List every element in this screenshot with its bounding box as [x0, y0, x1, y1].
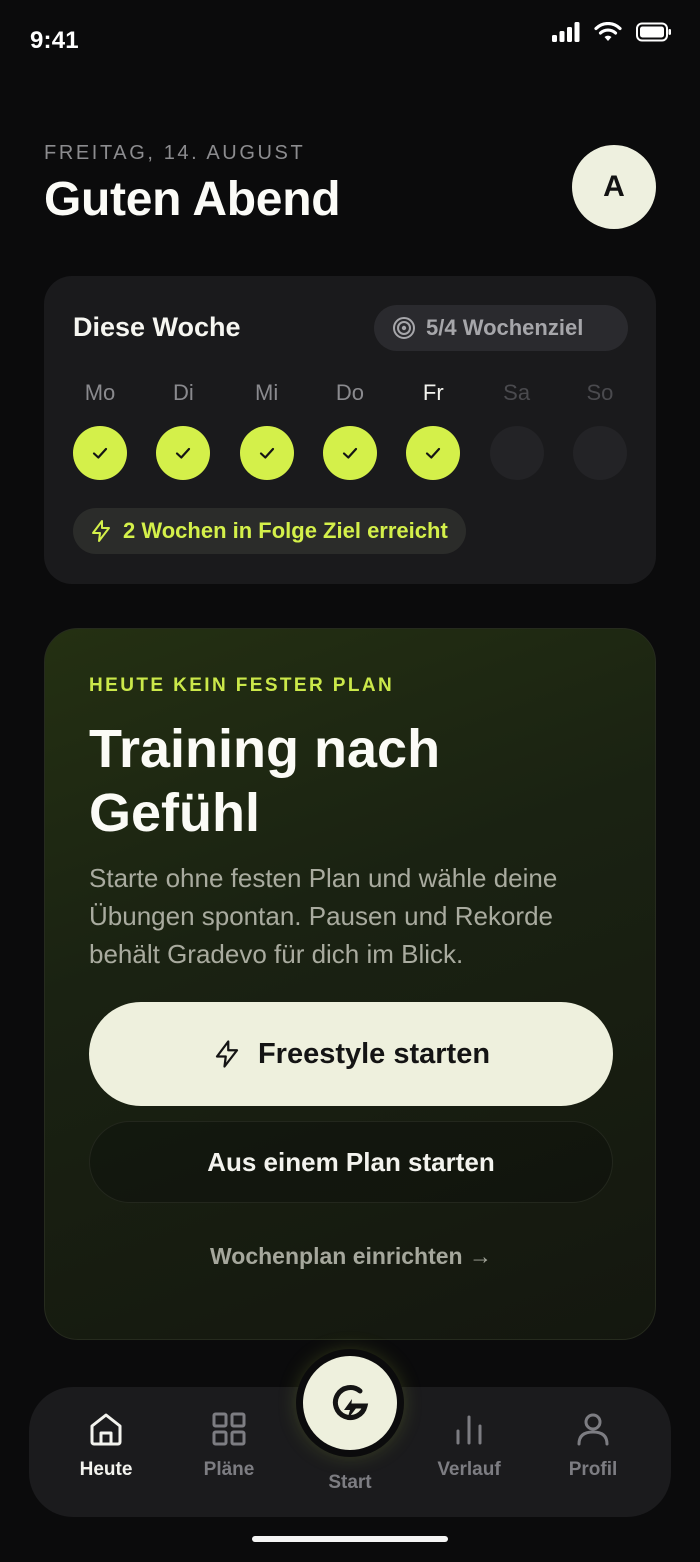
freestyle-card: HEUTE KEIN FESTER PLAN Training nach Gef…	[44, 628, 656, 1340]
lightning-icon	[92, 520, 110, 542]
day-thursday[interactable]: Do	[322, 380, 378, 480]
tab-profile[interactable]: Profil	[538, 1409, 648, 1481]
tab-history[interactable]: Verlauf	[414, 1409, 524, 1481]
target-icon	[393, 317, 415, 339]
day-completed-indicator	[239, 426, 294, 480]
greeting-title: Guten Abend	[44, 173, 341, 226]
check-icon	[176, 447, 191, 459]
day-label: Do	[335, 380, 365, 405]
streak-badge: 2 Wochen in Folge Ziel erreicht	[73, 508, 466, 554]
check-icon	[342, 447, 358, 459]
hero-title: Training nach Gefühl	[89, 719, 441, 843]
day-saturday[interactable]: Sa	[489, 380, 545, 480]
tab-start-label: Start	[328, 1472, 372, 1493]
tab-home[interactable]: Heute	[51, 1409, 161, 1481]
lightning-icon	[215, 1040, 239, 1068]
day-label: So	[586, 380, 614, 405]
freestyle-start-button[interactable]: Freestyle starten	[89, 1002, 613, 1106]
status-icons	[552, 22, 672, 42]
week-days: Mo Di Mi Do Fr Sa So	[72, 380, 628, 480]
weekly-goal-badge[interactable]: 5/4 Wochenziel	[374, 305, 628, 351]
day-completed-indicator	[406, 426, 461, 480]
day-sunday[interactable]: So	[572, 380, 628, 480]
status-bar: 9:41	[0, 0, 700, 84]
day-friday[interactable]: Fr	[405, 380, 461, 480]
day-empty-indicator	[489, 426, 544, 480]
day-label: Fr	[422, 380, 444, 405]
day-empty-indicator	[572, 426, 627, 480]
week-title: Diese Woche	[73, 312, 241, 342]
avatar[interactable]: A	[572, 145, 656, 229]
weekly-goal-text: 5/4 Wochenziel	[426, 315, 584, 340]
bar-chart-icon	[456, 1415, 482, 1445]
tab-label: Heute	[79, 1459, 133, 1480]
tab-label: Verlauf	[437, 1459, 501, 1480]
weekly-plan-link[interactable]: Wochenplan einrichten →	[45, 1243, 657, 1270]
grid-icon	[212, 1412, 246, 1446]
day-wednesday[interactable]: Mi	[239, 380, 295, 480]
day-label: Mi	[255, 380, 279, 405]
freestyle-start-label: Freestyle starten	[257, 1037, 491, 1070]
day-monday[interactable]: Mo	[72, 380, 128, 480]
user-icon	[577, 1413, 609, 1446]
week-card: Diese Woche 5/4 Wochenziel Mo Di Mi Do F…	[44, 276, 656, 584]
hero-description: Starte ohne festen Plan und wähle deine …	[89, 863, 558, 969]
day-completed-indicator	[322, 426, 377, 480]
cellular-signal-icon	[552, 22, 580, 42]
tab-label: Profil	[568, 1459, 618, 1480]
streak-text: 2 Wochen in Folge Ziel erreicht	[123, 518, 448, 543]
start-from-plan-button[interactable]: Aus einem Plan starten	[89, 1121, 613, 1203]
day-label: Sa	[503, 380, 531, 405]
check-icon	[259, 447, 274, 459]
day-completed-indicator	[156, 426, 211, 480]
status-time: 9:41	[30, 27, 79, 54]
start-workout-button[interactable]	[303, 1356, 397, 1450]
day-tuesday[interactable]: Di	[155, 380, 211, 480]
day-completed-indicator	[73, 426, 127, 480]
battery-icon	[636, 22, 671, 42]
day-label: Di	[172, 380, 194, 405]
date-label: FREITAG, 14. AUGUST	[44, 142, 306, 164]
wifi-icon	[594, 22, 622, 41]
hero-eyebrow: HEUTE KEIN FESTER PLAN	[89, 675, 395, 696]
gradevo-logo-icon	[332, 1385, 369, 1420]
home-indicator[interactable]	[252, 1536, 448, 1542]
check-icon	[92, 447, 108, 459]
check-icon	[426, 447, 441, 459]
home-icon	[90, 1413, 122, 1446]
day-label: Mo	[84, 380, 116, 405]
tab-plans[interactable]: Pläne	[174, 1409, 284, 1481]
tab-label: Pläne	[203, 1459, 255, 1480]
